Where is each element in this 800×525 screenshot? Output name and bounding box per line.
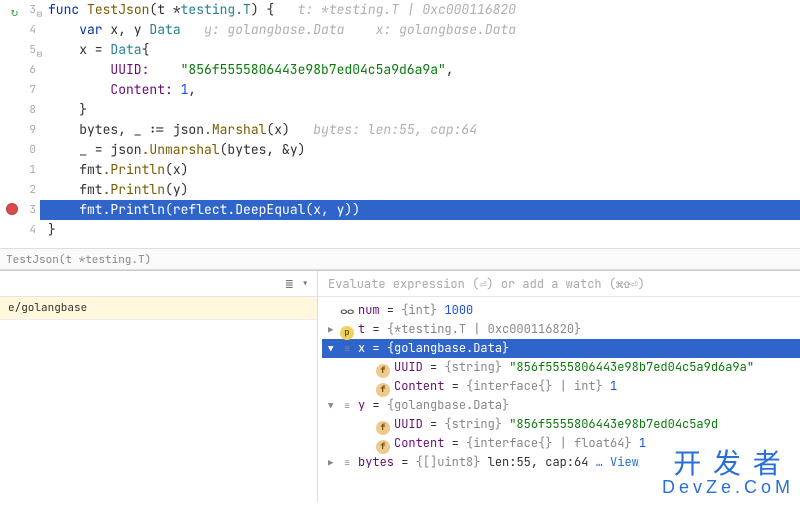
chevron-right-icon[interactable]: ▶ [328,321,340,340]
var-num[interactable]: ⴰⴰnum = {int} 1000 [322,301,800,320]
var-bytes[interactable]: ▶≡bytes = {[]uint8} len:55, cap:64 … Vie… [322,453,800,472]
line-number: 7 [29,83,36,97]
stack-frame[interactable]: e/golangbase [0,297,317,320]
struct-icon: ≡ [340,396,354,415]
code-editor[interactable]: ↻3⊟ 4 5⊟ 6 7 8 9 0 1 2 3 4 func TestJson… [0,0,800,248]
field-badge-icon: f [376,421,390,435]
double-circle-icon: ⴰⴰ [340,301,354,320]
editor-gutter: ↻3⊟ 4 5⊟ 6 7 8 9 0 1 2 3 4 [0,0,40,240]
line-number: 3 [29,203,36,217]
chevron-down-icon[interactable]: ▾ [301,275,309,292]
line-number: 4 [29,23,36,37]
inline-hint: t: *testing.T | 0xc000116820 [274,1,516,18]
inline-hint: bytes: len:55, cap:64 [290,121,477,138]
field-badge-icon: f [376,364,390,378]
line-number: 3 [29,3,36,17]
line-number: 4 [29,223,36,237]
line-number: 5 [29,43,36,57]
var-y-uuid[interactable]: fUUID = {string} "856f5555806443e98b7ed0… [322,415,800,434]
line-number: 6 [29,63,36,77]
current-exec-line: fmt.Println(reflect.DeepEqual(x, y)) [40,200,800,220]
code-area[interactable]: func TestJson(t *testing.T) { t: *testin… [40,0,800,240]
field-badge-icon: f [376,383,390,397]
inline-hint: y: golangbase.Data x: golangbase.Data [181,21,516,38]
var-y[interactable]: ▼≡y = {golangbase.Data} [322,396,800,415]
watch-input[interactable]: Evaluate expression (⏎) or add a watch (… [318,271,800,297]
var-y-content[interactable]: fContent = {interface{} | float64} 1 [322,434,800,453]
run-test-icon[interactable]: ↻ [11,2,18,22]
struct-icon: ≡ [340,339,354,358]
slice-icon: ≡ [340,453,354,472]
line-number: 8 [29,103,36,117]
var-t[interactable]: ▶pt = {*testing.T | 0xc000116820} [322,320,800,339]
frames-panel[interactable]: ≣ ▾ e/golangbase [0,271,318,502]
view-bytes-link[interactable]: … View [596,454,639,470]
chevron-down-icon[interactable]: ▼ [328,397,340,416]
line-number: 0 [29,143,36,157]
var-x-uuid[interactable]: fUUID = {string} "856f5555806443e98b7ed0… [322,358,800,377]
chevron-down-icon[interactable]: ▼ [328,340,340,359]
param-badge-icon: p [340,326,354,340]
breakpoint-icon[interactable] [6,203,18,215]
var-x[interactable]: ▼≡x = {golangbase.Data} [322,339,800,358]
filter-icon[interactable]: ≣ [285,275,293,292]
chevron-right-icon[interactable]: ▶ [328,454,340,473]
line-number: 9 [29,123,36,137]
debug-panel: ≣ ▾ e/golangbase Evaluate expression (⏎)… [0,270,800,502]
line-number: 1 [29,163,36,177]
variables-panel[interactable]: Evaluate expression (⏎) or add a watch (… [318,271,800,502]
line-number: 2 [29,183,36,197]
var-x-content[interactable]: fContent = {interface{} | int} 1 [322,377,800,396]
breadcrumb[interactable]: TestJson(t *testing.T) [0,248,800,270]
field-badge-icon: f [376,440,390,454]
